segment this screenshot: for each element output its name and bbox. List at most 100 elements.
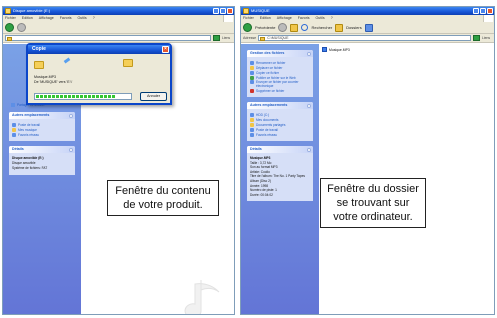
back-button[interactable] [243, 23, 252, 32]
shared-folder-icon [250, 122, 254, 127]
place-network[interactable]: Favoris réseau [250, 132, 310, 137]
menu-favorites[interactable]: Favoris [60, 15, 72, 22]
left-address-bar: Liens [3, 34, 234, 43]
flying-document-icon [63, 57, 71, 64]
maximize-button[interactable] [220, 8, 226, 14]
detail-name: Disque amovible (E:) [12, 156, 44, 160]
links-label[interactable]: Liens [222, 36, 234, 40]
other-places-body: Poste de travail Mes musique Favoris rés… [9, 119, 75, 141]
mp3-file-icon [322, 47, 327, 52]
detail-duration: Durée: 00:04:02 [250, 192, 273, 197]
menu-view[interactable]: Affichage [277, 15, 292, 22]
chevron-up-icon[interactable] [307, 103, 311, 108]
place-label: Poste de travail [18, 122, 40, 127]
folders-icon[interactable] [335, 23, 344, 32]
menu-tools[interactable]: Outils [316, 15, 325, 22]
right-window-buttons [473, 8, 493, 14]
share-icon [11, 103, 15, 107]
task-delete[interactable]: Supprimer ce fichier [250, 88, 310, 93]
chevron-up-icon[interactable] [307, 51, 311, 56]
forward-button[interactable] [278, 23, 288, 32]
hard-drive-icon [250, 112, 254, 117]
detail-album: Titre de l'album: The No. 1 Party Tapes … [250, 174, 305, 183]
back-label[interactable]: Précédente [255, 25, 275, 30]
other-places-header[interactable]: Autres emplacements [247, 102, 313, 109]
menu-edit[interactable]: Edition [260, 15, 271, 22]
task-label: Envoyer ce fichier par courrier électron… [256, 80, 299, 88]
task-label: Publier ce fichier sur le Web [256, 75, 296, 80]
search-icon[interactable] [301, 24, 309, 31]
detail-file-name: Musique.MP3 [250, 156, 271, 160]
right-address-input[interactable]: C:\MUSIQUE [258, 35, 471, 41]
right-title-bar[interactable]: MUSIQUE [241, 7, 494, 15]
menu-file[interactable]: Fichier [243, 15, 254, 22]
address-value: C:\MUSIQUE [267, 36, 289, 40]
place-network[interactable]: Favoris réseau [12, 132, 72, 137]
windows-logo-icon [223, 15, 233, 22]
details-header[interactable]: Détails [9, 146, 75, 153]
place-label: Documents partagés [256, 122, 286, 127]
music-folder-icon [12, 127, 16, 132]
left-title-bar[interactable]: Disque amovible (E:) [3, 7, 234, 15]
left-menu-bar: Fichier Edition Affichage Favoris Outils… [3, 15, 234, 22]
menu-help[interactable]: ? [93, 15, 95, 22]
details-body: Musique.MP3 Taille : 3,72 Mo Son au form… [247, 153, 313, 202]
right-task-pane: Gestion des fichiers Renommer ce fichier… [241, 44, 319, 314]
computer-icon [250, 127, 254, 132]
copy-dialog-title-bar[interactable]: Copie × [28, 45, 170, 54]
menu-tools[interactable]: Outils [78, 15, 87, 22]
chevron-up-icon[interactable] [69, 147, 73, 152]
detail-filesystem: Système de fichiers: FAT [12, 166, 48, 170]
other-places-header[interactable]: Autres emplacements [9, 112, 75, 119]
place-label: Favoris réseau [18, 132, 40, 137]
up-folder-icon[interactable] [290, 23, 299, 32]
details-panel: Détails Musique.MP3 Taille : 3,72 Mo Son… [247, 146, 313, 202]
music-file-item[interactable]: Musique.MP3 [322, 47, 350, 52]
windows-logo-icon [483, 15, 493, 22]
details-header[interactable]: Détails [247, 146, 313, 153]
other-places-title: Autres emplacements [12, 113, 50, 117]
maximize-button[interactable] [480, 8, 486, 14]
copy-icon [250, 70, 254, 75]
right-address-bar: Adresse C:\MUSIQUE Liens [241, 34, 494, 43]
back-button[interactable] [5, 23, 14, 32]
cancel-button[interactable]: Annuler [140, 92, 167, 101]
links-label[interactable]: Liens [482, 36, 494, 40]
file-tasks-header[interactable]: Gestion des fichiers [247, 50, 313, 57]
folder-icon [260, 36, 266, 41]
dialog-close-button[interactable]: × [162, 46, 169, 53]
copy-progress-bar [34, 93, 132, 100]
right-menu-bar: Fichier Edition Affichage Favoris Outils… [241, 15, 494, 22]
menu-edit[interactable]: Edition [22, 15, 33, 22]
folders-label[interactable]: Dossiers [346, 25, 362, 30]
place-label: Poste de travail [256, 127, 278, 132]
menu-file[interactable]: Fichier [5, 15, 16, 22]
music-note-watermark-icon [184, 280, 220, 314]
menu-favorites[interactable]: Favoris [298, 15, 310, 22]
task-email[interactable]: Envoyer ce fichier par courrier électron… [250, 80, 310, 88]
copy-destination: De 'MUSIQUE' vers 'E:\' [34, 80, 73, 84]
close-button[interactable] [487, 8, 493, 14]
forward-button[interactable] [17, 23, 26, 32]
go-button[interactable] [473, 35, 480, 41]
right-caption: Fenêtre du dossier se trouvant sur votre… [320, 178, 426, 228]
file-item-label: Musique.MP3 [329, 47, 350, 52]
folder-icon [243, 8, 249, 14]
views-icon[interactable] [364, 23, 373, 32]
minimize-button[interactable] [213, 8, 219, 14]
chevron-up-icon[interactable] [69, 113, 73, 118]
minimize-button[interactable] [473, 8, 479, 14]
other-places-panel: Autres emplacements HDD (C:) Mes documen… [247, 102, 313, 141]
task-label: Déplacer ce fichier [256, 65, 283, 70]
search-label[interactable]: Rechercher [311, 25, 332, 30]
close-button[interactable] [227, 8, 233, 14]
place-label: Mes musique [18, 127, 37, 132]
go-button[interactable] [213, 35, 220, 41]
task-label: Renommer ce fichier [256, 60, 286, 65]
menu-help[interactable]: ? [331, 15, 333, 22]
task-label: Supprimer ce fichier [256, 88, 285, 93]
menu-view[interactable]: Affichage [39, 15, 54, 22]
right-window-title: MUSIQUE [251, 8, 270, 13]
left-address-input[interactable] [5, 35, 211, 41]
chevron-up-icon[interactable] [307, 147, 311, 152]
